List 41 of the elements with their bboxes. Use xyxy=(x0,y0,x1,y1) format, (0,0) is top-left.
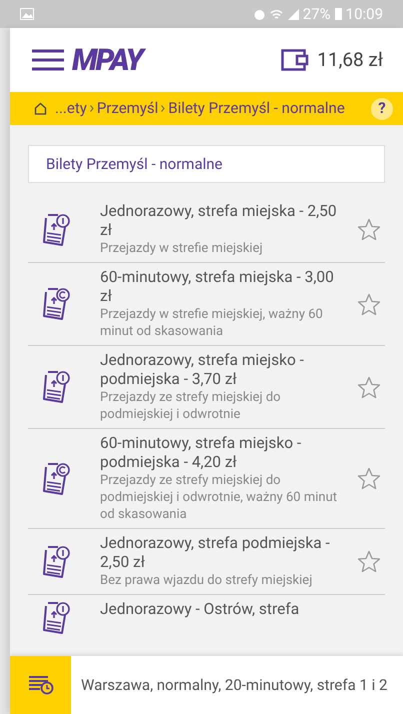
ticket-row[interactable]: Jednorazowy, strefa podmiejska - 2,50 zł Bez prawa wjazdu do strefy miejskiej xyxy=(28,528,385,594)
ticket-title: Jednorazowy, strefa miejsko - podmiejska - 3,70 zł xyxy=(100,351,305,389)
category-field[interactable]: Bilety Przemyśl - normalne xyxy=(28,145,385,183)
ticket-row[interactable]: Jednorazowy, strefa miejska - 2,50 zł Przejazdy w strefie miejskiej xyxy=(28,197,385,262)
ticket-row[interactable]: 60-minutowy, strefa miejsko - podmiejska - 4,20 zł Przejazdy ze strefy miejskiej do podmiejskiej i odwrotnie, ważny 60 minut od skasowania xyxy=(28,428,385,528)
wallet-icon[interactable] xyxy=(281,49,310,71)
ticket-description: Przejazdy w strefie miejskiej xyxy=(100,240,264,257)
signal-icon xyxy=(286,8,299,20)
ticket-title: 60-minutowy, strefa miejska - 3,00 zł xyxy=(100,268,335,306)
battery-icon xyxy=(334,8,342,20)
ticket-title: Jednorazowy, strefa podmiejska - 2,50 zł xyxy=(100,534,331,572)
breadcrumb-link[interactable]: Przemyśl xyxy=(96,97,158,120)
chevron-icon xyxy=(161,105,166,112)
star-icon[interactable] xyxy=(357,550,381,573)
wallet-balance: 11,68 zł xyxy=(317,46,383,73)
ticket-description: Bez prawa wjazdu do strefy miejskiej xyxy=(100,572,314,589)
help-button[interactable]: ? xyxy=(371,98,393,120)
breadcrumb-link[interactable]: Bilety Przemyśl - normalne xyxy=(168,97,345,120)
chevron-icon xyxy=(90,105,94,112)
ticket-row[interactable]: Jednorazowy - Ostrów, strefa xyxy=(28,594,385,641)
star-icon[interactable] xyxy=(357,467,381,490)
recent-ticket-label: Warszawa, normalny, 20-minutowy, strefa 1 i 2 xyxy=(81,674,388,696)
home-icon[interactable] xyxy=(34,102,47,115)
star-icon[interactable] xyxy=(357,292,381,316)
ticket-title: 60-minutowy, strefa miejsko - podmiejska - 4,20 zł xyxy=(100,434,302,472)
ticket-description: Przejazdy ze strefy miejskiej do podmiejskiej i odwrotnie xyxy=(100,389,282,423)
image-icon xyxy=(20,8,34,20)
ticket-row[interactable]: Jednorazowy, strefa miejsko - podmiejska - 3,70 zł Przejazdy ze strefy miejskiej do podmiejskiej i odwrotnie xyxy=(28,345,385,428)
star-icon[interactable] xyxy=(357,376,381,398)
breadcrumb-link[interactable]: ...ety xyxy=(55,97,87,120)
history-icon xyxy=(28,675,54,695)
ticket-title: Jednorazowy, strefa miejska - 2,50 zł xyxy=(100,202,338,240)
wifi-icon xyxy=(270,8,283,20)
alarm-icon xyxy=(252,8,266,20)
menu-icon[interactable] xyxy=(32,49,64,71)
ticket-title: Jednorazowy - Ostrów, strefa xyxy=(100,600,300,619)
recent-ticket-bar[interactable]: Warszawa, normalny, 20-minutowy, strefa 1 i 2 xyxy=(10,656,403,714)
star-icon[interactable] xyxy=(357,218,381,241)
ticket-description: Przejazdy ze strefy miejskiej do podmiejskiej i odwrotnie, ważny 60 minut od skasowania xyxy=(100,472,338,523)
ticket-description: Przejazdy w strefie miejskiej, ważny 60 minut od skasowania xyxy=(100,306,324,340)
ticket-row[interactable]: 60-minutowy, strefa miejska - 3,00 zł Przejazdy w strefie miejskiej, ważny 60 minut od skasowania xyxy=(28,262,385,345)
